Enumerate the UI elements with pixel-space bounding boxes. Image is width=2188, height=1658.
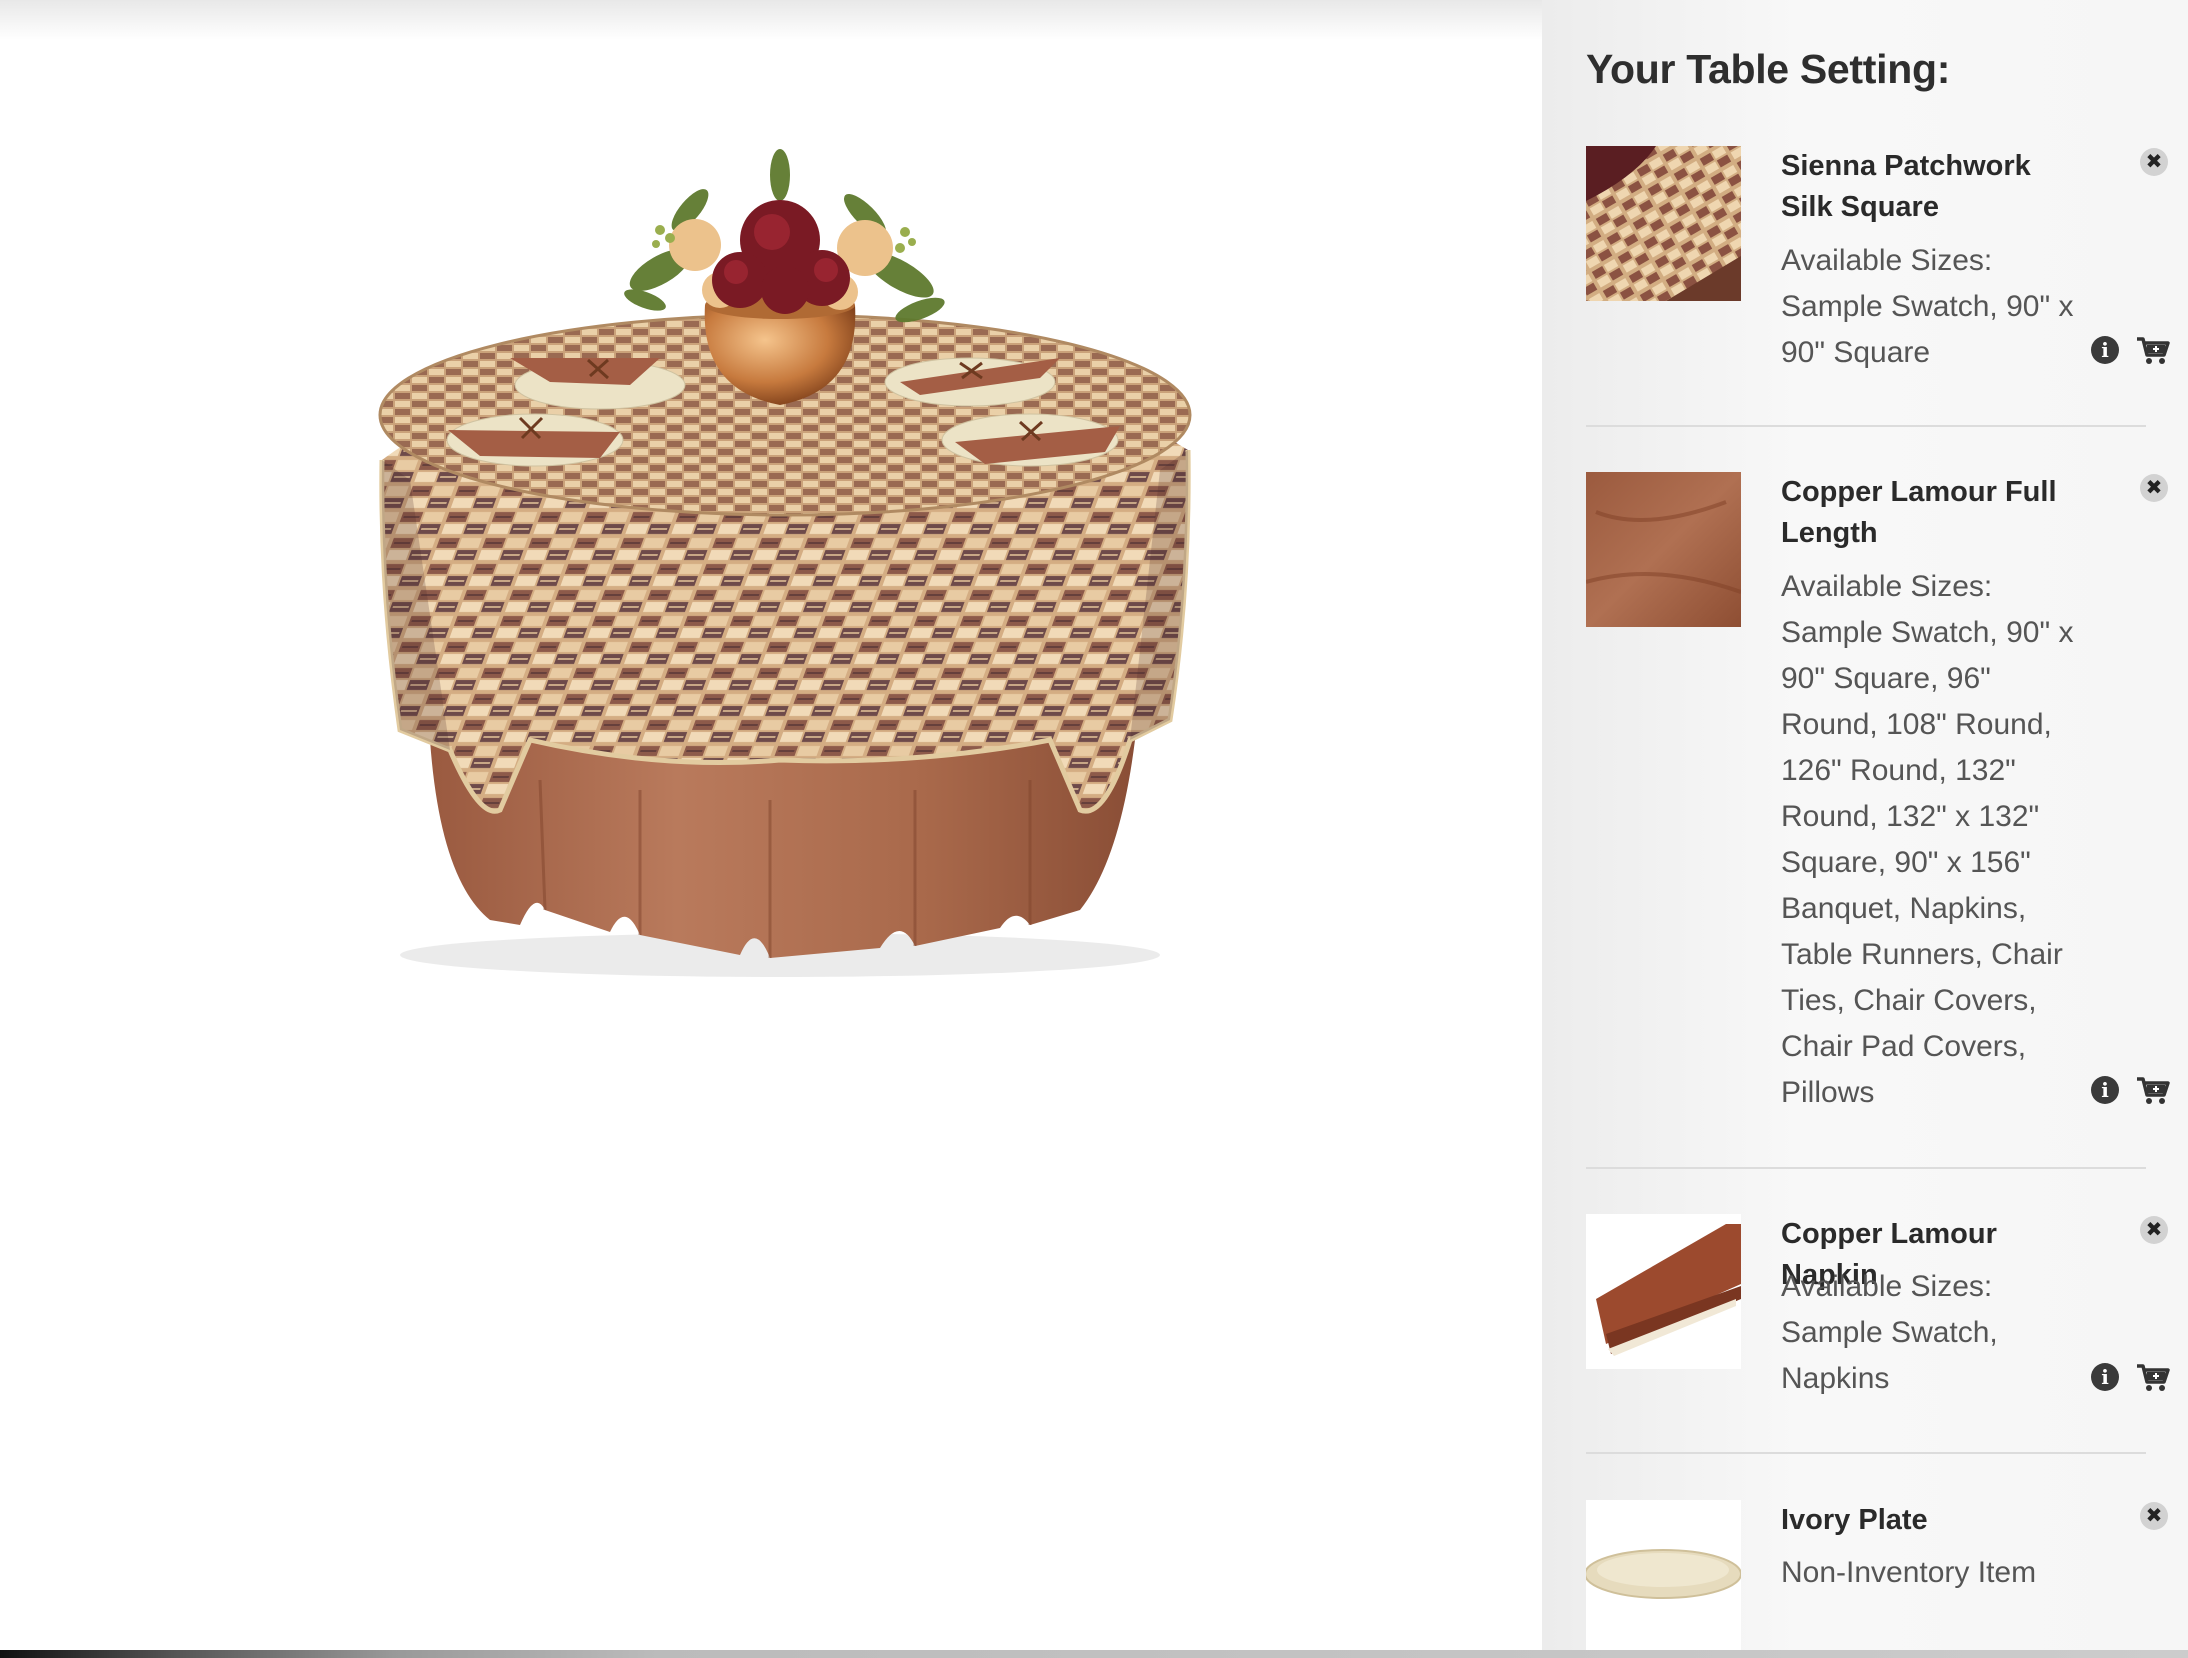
bottom-edge — [0, 1650, 2188, 1658]
item-thumbnail[interactable] — [1586, 1214, 1741, 1369]
remove-item-button[interactable]: ✖ — [2140, 148, 2168, 176]
table-setting-item: Copper Lamour Napkin Available Sizes: Sa… — [1586, 1214, 2170, 1434]
remove-item-button[interactable]: ✖ — [2140, 1216, 2168, 1244]
close-icon: ✖ — [2145, 1505, 2163, 1527]
item-thumbnail[interactable] — [1586, 472, 1741, 627]
info-button[interactable]: i — [2091, 336, 2119, 364]
add-to-cart-button[interactable] — [2136, 336, 2170, 366]
item-name: Sienna Patchwork Silk Square — [1781, 150, 2031, 223]
add-to-cart-button[interactable] — [2136, 1076, 2170, 1106]
item-divider — [1586, 425, 2146, 427]
item-thumbnail[interactable] — [1586, 146, 1741, 301]
remove-item-button[interactable]: ✖ — [2140, 474, 2168, 502]
info-button[interactable]: i — [2091, 1076, 2119, 1104]
place-setting — [446, 413, 624, 467]
item-thumbnail[interactable] — [1586, 1500, 1741, 1650]
available-sizes-label: Available Sizes: — [1781, 244, 1993, 277]
table-setting-item: Copper Lamour Full Length Available Size… — [1586, 472, 2170, 1172]
table-preview-area — [0, 0, 1542, 1650]
table-setting-item: Sienna Patchwork Silk Square Available S… — [1586, 146, 2170, 406]
available-sizes-list: Sample Swatch, 90" x 90" Square, 96" Rou… — [1781, 616, 2074, 1109]
info-icon: i — [2101, 338, 2109, 362]
available-sizes-list: Sample Swatch, 90" x 90" Square — [1781, 290, 2074, 369]
add-to-cart-icon — [2137, 1077, 2170, 1104]
sidebar-title: Your Table Setting: — [1586, 46, 1951, 92]
info-icon: i — [2101, 1365, 2109, 1389]
close-icon: ✖ — [2145, 1219, 2163, 1241]
close-icon: ✖ — [2145, 477, 2163, 499]
item-divider — [1586, 1167, 2146, 1169]
place-setting — [941, 413, 1120, 467]
table-setting-item: Ivory Plate Non-Inventory Item ✖ — [1586, 1500, 2168, 1650]
table-setting-render — [378, 149, 1192, 977]
item-name: Copper Lamour Full Length — [1781, 476, 2057, 549]
add-to-cart-icon — [2137, 1364, 2170, 1391]
non-inventory-label: Non-Inventory Item — [1781, 1556, 2037, 1589]
available-sizes-label: Available Sizes: — [1781, 1270, 1993, 1303]
add-to-cart-icon — [2137, 337, 2170, 364]
available-sizes-label: Available Sizes: — [1781, 570, 1993, 603]
add-to-cart-button[interactable] — [2136, 1363, 2170, 1393]
item-name: Ivory Plate — [1781, 1504, 1928, 1536]
item-divider — [1586, 1452, 2146, 1454]
info-button[interactable]: i — [2091, 1363, 2119, 1391]
table-setting-sidebar: Your Table Setting: Sienna Patchwork Sil… — [1542, 0, 2188, 1650]
close-icon: ✖ — [2145, 151, 2163, 173]
info-icon: i — [2101, 1078, 2109, 1102]
remove-item-button[interactable]: ✖ — [2140, 1502, 2168, 1530]
available-sizes-list: Sample Swatch, Napkins — [1781, 1316, 1998, 1395]
